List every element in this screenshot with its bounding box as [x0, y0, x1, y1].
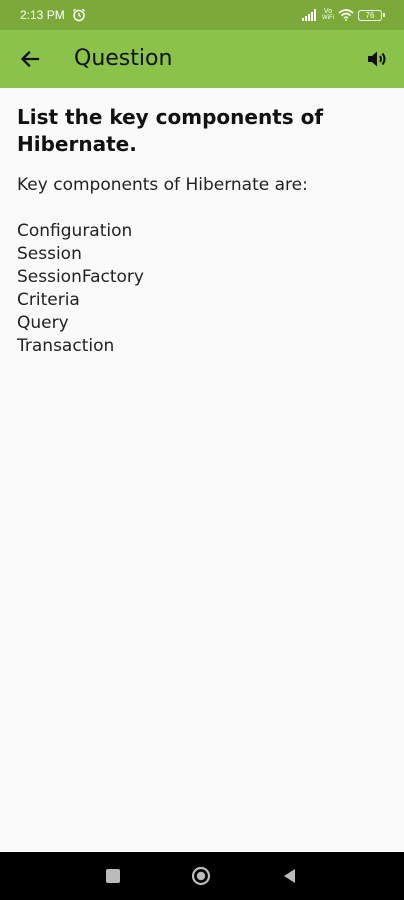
question-content: List the key components of Hibernate. Ke… [17, 104, 387, 358]
app-bar: Question [0, 30, 404, 88]
recents-square-icon[interactable] [106, 869, 120, 883]
list-item: Transaction [17, 336, 115, 356]
battery-level: 76 [365, 10, 375, 20]
battery-icon: 76 [358, 9, 385, 21]
list-item: SessionFactory [17, 267, 144, 287]
alarm-clock-icon [73, 8, 85, 22]
back-triangle-icon[interactable] [282, 868, 296, 884]
list-item: Criteria [17, 290, 80, 310]
vowifi-icon: Vo WiFi [322, 8, 334, 21]
back-arrow-icon[interactable] [16, 45, 44, 73]
list-item: Query [17, 313, 69, 333]
speaker-icon[interactable] [364, 46, 390, 72]
signal-strength-icon [302, 9, 316, 21]
status-time: 2:13 PM [20, 8, 65, 22]
page-title: Question [74, 46, 173, 71]
question-title: List the key components of Hibernate. [17, 105, 324, 156]
home-circle-icon[interactable] [191, 866, 211, 886]
status-bar: 2:13 PM Vo WiFi 76 [0, 0, 404, 30]
components-list: Configuration Session SessionFactory Cri… [17, 220, 387, 358]
wifi-icon [338, 9, 354, 21]
system-nav-bar [0, 852, 404, 900]
list-item: Configuration [17, 221, 133, 241]
list-item: Session [17, 244, 82, 264]
status-icons: Vo WiFi 76 [302, 8, 385, 22]
answer-intro: Key components of Hibernate are: [17, 175, 308, 195]
